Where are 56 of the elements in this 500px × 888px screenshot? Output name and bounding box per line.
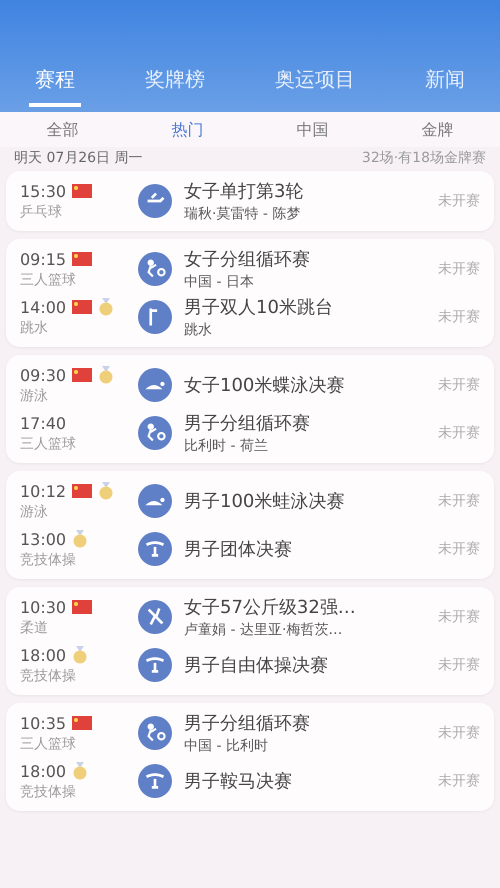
sport-name: 竞技体操 bbox=[20, 782, 77, 800]
event-title[interactable]: 男子分组循环赛 bbox=[184, 411, 310, 435]
event-status: 未开赛 bbox=[438, 192, 480, 210]
event-title[interactable]: 女子单打第3轮 bbox=[184, 179, 304, 203]
filter-tab[interactable]: 中国 bbox=[288, 118, 336, 143]
event-matchup: 瑞秋·莫雷特 - 陈梦 bbox=[184, 205, 302, 223]
filter-tab[interactable]: 全部 bbox=[38, 118, 86, 143]
event-matchup: 比利时 - 荷兰 bbox=[184, 437, 269, 455]
event-matchup: 中国 - 日本 bbox=[184, 273, 255, 291]
event-status: 未开赛 bbox=[438, 656, 480, 674]
sport-name: 三人篮球 bbox=[20, 434, 77, 452]
event-title[interactable]: 女子分组循环赛 bbox=[184, 247, 310, 271]
event-title[interactable]: 男子双人10米跳台 bbox=[184, 295, 333, 319]
sport-name: 竞技体操 bbox=[20, 550, 77, 568]
filter-tab[interactable]: 金牌 bbox=[414, 118, 462, 143]
event-status: 未开赛 bbox=[438, 540, 480, 558]
event-time: 10:12 bbox=[20, 482, 66, 500]
event-title[interactable]: 男子自由体操决赛 bbox=[184, 653, 328, 677]
event-status: 未开赛 bbox=[438, 376, 480, 394]
event-title[interactable]: 男子分组循环赛 bbox=[184, 711, 310, 735]
event-matchup: 跳水 bbox=[184, 321, 213, 339]
event-status: 未开赛 bbox=[438, 260, 480, 278]
event-title[interactable]: 男子鞍马决赛 bbox=[184, 769, 292, 793]
event-title[interactable]: 女子100米蝶泳决赛 bbox=[184, 373, 344, 397]
event-status: 未开赛 bbox=[438, 492, 480, 510]
event-status: 未开赛 bbox=[438, 772, 480, 790]
event-status: 未开赛 bbox=[438, 724, 480, 742]
event-time: 09:15 bbox=[20, 250, 66, 268]
sport-name: 竞技体操 bbox=[20, 666, 77, 684]
event-time: 09:30 bbox=[20, 366, 66, 384]
event-time: 14:00 bbox=[20, 298, 66, 316]
event-matchup: 中国 - 比利时 bbox=[184, 737, 269, 755]
sport-name: 三人篮球 bbox=[20, 734, 77, 752]
sport-name: 游泳 bbox=[20, 502, 49, 520]
event-status: 未开赛 bbox=[438, 608, 480, 626]
event-status: 未开赛 bbox=[438, 424, 480, 442]
event-status: 未开赛 bbox=[438, 308, 480, 326]
event-matchup: 卢童娟 - 达里亚·梅哲茨… bbox=[184, 621, 344, 639]
event-title[interactable]: 女子57公斤级32强… bbox=[184, 595, 356, 619]
event-time: 10:30 bbox=[20, 598, 66, 616]
event-time: 17:40 bbox=[20, 414, 66, 432]
filter-tab[interactable]: 热门 bbox=[164, 118, 212, 143]
event-title[interactable]: 男子团体决赛 bbox=[184, 537, 292, 561]
event-time: 13:00 bbox=[20, 530, 66, 548]
sport-name: 跳水 bbox=[20, 318, 49, 336]
sport-name: 游泳 bbox=[20, 386, 49, 404]
sport-name: 乒乓球 bbox=[20, 202, 63, 220]
sport-name: 柔道 bbox=[20, 618, 49, 636]
event-time: 18:00 bbox=[20, 646, 66, 664]
sport-name: 三人篮球 bbox=[20, 270, 77, 288]
event-time: 10:35 bbox=[20, 714, 66, 732]
event-count: 32场·有18场金牌赛 bbox=[362, 149, 486, 167]
event-title[interactable]: 男子100米蛙泳决赛 bbox=[184, 489, 344, 513]
date-label: 明天 07月26日 周一 bbox=[14, 149, 143, 167]
event-time: 18:00 bbox=[20, 762, 66, 780]
event-time: 15:30 bbox=[20, 182, 66, 200]
